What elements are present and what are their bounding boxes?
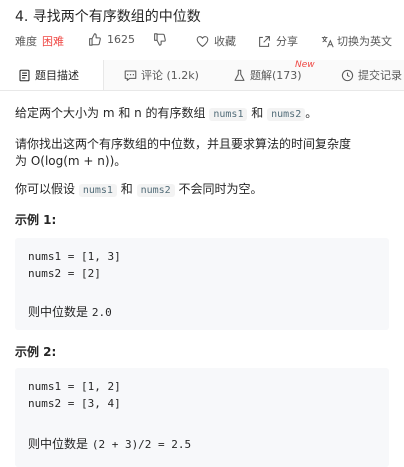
result-label: 则中位数是 xyxy=(28,305,92,319)
dislike-button[interactable] xyxy=(153,33,166,46)
share-button[interactable]: 分享 xyxy=(258,33,298,49)
switch-language-button[interactable]: 切换为英文 xyxy=(321,33,392,49)
code-nums2: nums2 xyxy=(267,108,306,121)
result-label: 则中位数是 xyxy=(28,437,92,451)
tab-description-label: 题目描述 xyxy=(35,69,79,82)
example-result: 则中位数是 2.0 xyxy=(28,303,112,320)
code-nums1: nums1 xyxy=(209,108,248,121)
favorite-button[interactable]: 收藏 xyxy=(196,33,236,49)
result-value: (2 + 3)/2 = 2.5 xyxy=(91,438,192,451)
description-paragraph-1: 给定两个大小为 m 和 n 的有序数组 nums1 和 nums2。 xyxy=(15,104,317,121)
switch-language-label: 切换为英文 xyxy=(337,35,392,48)
example-line: nums2 = [3, 4] xyxy=(28,397,121,410)
description-paragraph-3: 你可以假设 nums1 和 nums2 不会同时为空。 xyxy=(15,180,263,197)
example-line: nums1 = [1, 2] xyxy=(28,380,121,393)
tab-solutions-label: 题解(173) xyxy=(250,69,302,82)
heart-icon xyxy=(196,35,209,47)
text: 。 xyxy=(305,106,318,120)
like-count: 1625 xyxy=(107,33,135,46)
share-icon xyxy=(259,35,270,47)
example-line: nums1 = [1, 3] xyxy=(28,250,121,263)
text: 你可以假设 xyxy=(15,182,79,196)
example-result: 则中位数是 (2 + 3)/2 = 2.5 xyxy=(28,435,191,452)
example-1-heading: 示例 1: xyxy=(15,213,57,227)
example-1-block: nums1 = [1, 3] nums2 = [2] 则中位数是 2.0 xyxy=(15,238,389,330)
tab-submissions[interactable]: 提交记录 xyxy=(341,60,402,90)
flask-icon xyxy=(234,69,245,81)
thumbs-down-icon xyxy=(154,33,166,46)
tab-description[interactable]: 题目描述 xyxy=(0,60,104,90)
tab-comments[interactable]: 评论 (1.2k) xyxy=(124,60,199,90)
text: 和 xyxy=(116,182,137,196)
difficulty: 难度 困难 xyxy=(15,33,64,49)
text: 不会同时为空。 xyxy=(174,182,263,196)
clock-icon xyxy=(341,69,354,81)
difficulty-value: 困难 xyxy=(42,35,64,48)
favorite-label: 收藏 xyxy=(214,35,236,48)
tab-submissions-label: 提交记录 xyxy=(358,69,402,82)
code-nums2: nums2 xyxy=(136,184,175,197)
example-2-heading: 示例 2: xyxy=(15,345,57,359)
like-button[interactable]: 1625 xyxy=(88,33,135,46)
share-label: 分享 xyxy=(276,35,298,48)
text: 请你找出这两个有序数组的中位数，并且要求算法的时间复杂度 xyxy=(15,137,352,151)
new-badge: New xyxy=(295,60,315,70)
example-line: nums2 = [2] xyxy=(28,267,101,280)
description-paragraph-2: 请你找出这两个有序数组的中位数，并且要求算法的时间复杂度 为 O(log(m +… xyxy=(15,136,351,170)
code-nums1: nums1 xyxy=(78,184,117,197)
text: 给定两个大小为 m 和 n 的有序数组 xyxy=(15,106,210,120)
text: 和 xyxy=(247,106,268,120)
translate-icon xyxy=(321,35,334,47)
text: 为 O(log(m + n))。 xyxy=(15,154,127,168)
tab-bar: 题目描述 评论 (1.2k) 题解(173) 提交记录 xyxy=(0,60,404,91)
example-2-block: nums1 = [1, 2] nums2 = [3, 4] 则中位数是 (2 +… xyxy=(15,368,389,467)
difficulty-label: 难度 xyxy=(15,35,37,48)
tab-comments-label: 评论 (1.2k) xyxy=(141,69,199,82)
result-value: 2.0 xyxy=(91,306,112,319)
problem-title: 4. 寻找两个有序数组的中位数 xyxy=(15,9,201,25)
comment-icon xyxy=(124,70,137,81)
document-icon xyxy=(19,69,30,81)
tab-solutions[interactable]: 题解(173) xyxy=(233,60,302,90)
thumbs-up-icon xyxy=(89,33,101,46)
